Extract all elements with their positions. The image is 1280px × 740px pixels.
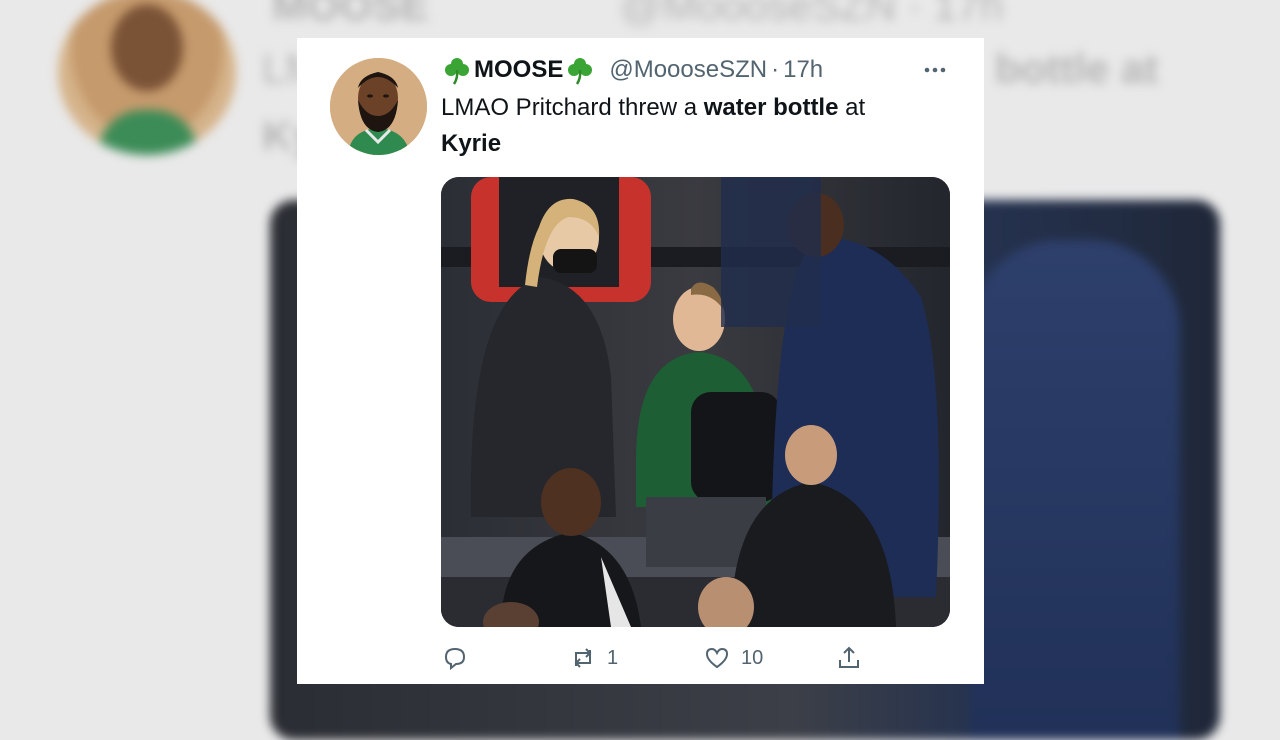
retweet-button[interactable]: 1 (569, 642, 618, 674)
timestamp[interactable]: 17h (783, 56, 823, 84)
reply-button[interactable] (441, 642, 479, 674)
reply-icon (444, 647, 466, 671)
blurred-name: MOOSE (272, 0, 429, 29)
share-button[interactable] (835, 642, 873, 674)
tweet-text-bold: water bottle (703, 94, 839, 121)
heart-icon (705, 647, 729, 669)
tweet-text: LMAO Pritchard threw a water bottle at K… (441, 90, 961, 162)
retweet-count: 1 (607, 646, 619, 669)
blurred-text-right: bottle at (995, 45, 1159, 92)
tweet-text-part: LMAO Pritchard threw a (441, 94, 704, 121)
blurred-handle: @MoooseSZN · 17h (620, 0, 1004, 29)
tweet-text-part: at (838, 94, 866, 121)
separator-dot: · (771, 56, 780, 83)
like-button[interactable]: 10 (703, 642, 763, 674)
tweet-actions: 1 10 (441, 642, 871, 674)
retweet-icon (574, 648, 592, 668)
tweet-header: MOOSE @MoooseSZN · 17h (442, 54, 823, 86)
avatar[interactable] (330, 58, 427, 155)
blurred-figure (970, 240, 1180, 740)
clover-icon (445, 58, 469, 85)
more-horizontal-icon[interactable] (920, 58, 950, 82)
user-handle[interactable]: @MoooseSZN (609, 56, 767, 84)
clover-icon (568, 58, 593, 85)
tweet-media-photo[interactable] (441, 177, 950, 627)
blurred-avatar (58, 0, 236, 155)
display-name[interactable]: MOOSE (474, 56, 563, 84)
tweet-text-bold: Kyrie (441, 130, 502, 157)
tweet-card[interactable]: MOOSE @MoooseSZN · 17h LMAO Pritchard th… (297, 38, 984, 684)
share-icon (839, 646, 859, 668)
like-count: 10 (741, 646, 764, 669)
